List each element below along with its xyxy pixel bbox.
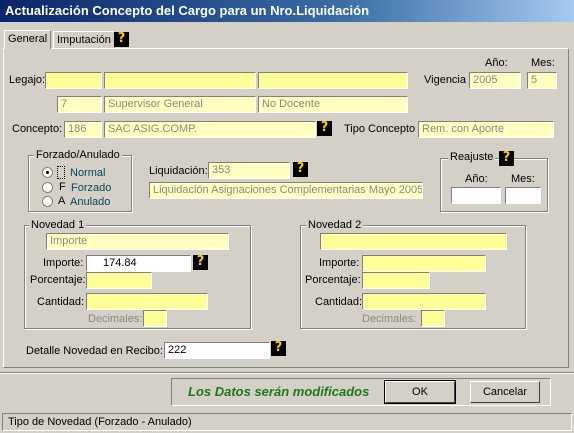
dialog-window: Actualización Concepto del Cargo para un…	[0, 0, 574, 433]
status-message: Los Datos serán modificados	[188, 384, 370, 399]
ok-button[interactable]: OK	[384, 380, 456, 404]
novedad1-porcentaje-field[interactable]	[86, 272, 152, 289]
vigencia-anio-field[interactable]: 2005	[469, 72, 521, 89]
window-title: Actualización Concepto del Cargo para un…	[0, 0, 574, 22]
novedad1-importe-label: Importe:	[43, 257, 84, 269]
novedad1-porcentaje-label: Porcentaje:	[30, 274, 86, 286]
concepto-help-icon[interactable]	[317, 120, 332, 136]
liquidacion-descripcion-field[interactable]: Liquidación Asignaciones Complementarias…	[149, 182, 423, 199]
legajo-field-3[interactable]	[258, 72, 408, 89]
legajo-label: Legajo:	[9, 74, 46, 86]
novedad1-importe-field[interactable]: 174.84	[86, 255, 191, 272]
novedad2-tipo-field[interactable]	[320, 233, 507, 250]
reajuste-help-icon[interactable]	[499, 150, 514, 166]
novedad1-tipo-field[interactable]: Importe	[46, 233, 229, 250]
novedad2-decimales-field[interactable]	[421, 310, 445, 327]
novedad2-cantidad-field[interactable]	[362, 293, 486, 310]
radio-anulado-label[interactable]: Anulado	[70, 196, 110, 208]
radio-normal-label[interactable]: Normal	[70, 167, 105, 179]
novedad2-porcentaje-label: Porcentaje:	[305, 274, 361, 286]
novedad2-title: Novedad 2	[306, 219, 364, 231]
radio-forzado-label[interactable]: Forzado	[71, 182, 111, 194]
vigencia-label: Vigencia	[424, 74, 466, 86]
help-icon[interactable]	[114, 31, 129, 47]
detalle-novedad-label: Detalle Novedad en Recibo:	[26, 345, 163, 357]
cargo-descripcion-field[interactable]: Supervisor General	[104, 96, 256, 113]
concepto-descripcion-field[interactable]: SAC ASIG.COMP.	[104, 121, 316, 138]
novedad2-importe-field[interactable]	[362, 255, 486, 272]
tipo-concepto-label: Tipo Concepto	[344, 123, 416, 135]
status-bar: Tipo de Novedad (Forzado - Anulado)	[2, 413, 572, 431]
radio-normal[interactable]	[42, 167, 53, 178]
novedad1-decimales-label: Decimales:	[88, 313, 143, 325]
tab-general[interactable]: General	[4, 30, 52, 49]
radio-normal-key	[57, 166, 65, 179]
reajuste-mes-label: Mes:	[511, 173, 535, 185]
vigencia-mes-field[interactable]: 5	[527, 72, 557, 89]
liquidacion-label: Liquidación:	[149, 165, 208, 177]
novedad1-importe-help-icon[interactable]	[193, 254, 208, 270]
detalle-help-icon[interactable]	[271, 340, 286, 356]
novedad2-decimales-label: Decimales:	[362, 313, 417, 325]
cargo-codigo-field[interactable]: 7	[57, 96, 102, 113]
tab-imputacion-label: Imputación	[57, 34, 111, 46]
divider	[0, 372, 574, 374]
vigencia-anio-label: Año:	[485, 57, 508, 69]
reajuste-anio-label: Año:	[465, 173, 488, 185]
concepto-label: Concepto:	[12, 123, 63, 135]
cargo-tipo-field[interactable]: No Docente	[258, 96, 408, 113]
novedad1-cantidad-field[interactable]	[86, 293, 208, 310]
radio-anulado[interactable]	[42, 196, 53, 207]
novedad2-cantidad-label: Cantidad:	[315, 296, 363, 308]
novedad1-decimales-field[interactable]	[143, 310, 167, 327]
vigencia-mes-label: Mes:	[531, 57, 555, 69]
radio-forzado[interactable]	[42, 182, 53, 193]
legajo-field-1[interactable]	[45, 72, 102, 89]
radio-anulado-key: A	[58, 195, 66, 207]
cancel-button[interactable]: Cancelar	[470, 381, 540, 403]
legajo-field-2[interactable]	[104, 72, 256, 89]
forzado-anulado-title: Forzado/Anulado	[34, 149, 122, 161]
concepto-codigo-field[interactable]: 186	[64, 121, 102, 138]
liquidacion-help-icon[interactable]	[293, 161, 308, 177]
reajuste-anio-field[interactable]	[451, 187, 501, 204]
novedad2-porcentaje-field[interactable]	[362, 272, 430, 289]
reajuste-title: Reajuste	[448, 151, 496, 163]
novedad1-cantidad-label: Cantidad:	[37, 296, 85, 308]
tab-imputacion[interactable]: Imputación	[53, 31, 115, 49]
radio-forzado-key: F	[59, 181, 66, 193]
novedad2-importe-label: Importe:	[319, 257, 360, 269]
tipo-concepto-field[interactable]: Rem. con Aporte	[418, 121, 554, 138]
liquidacion-numero-field[interactable]: 353	[208, 162, 290, 179]
reajuste-mes-field[interactable]	[505, 187, 541, 204]
detalle-novedad-field[interactable]: 222	[164, 342, 270, 359]
novedad1-title: Novedad 1	[29, 219, 87, 231]
